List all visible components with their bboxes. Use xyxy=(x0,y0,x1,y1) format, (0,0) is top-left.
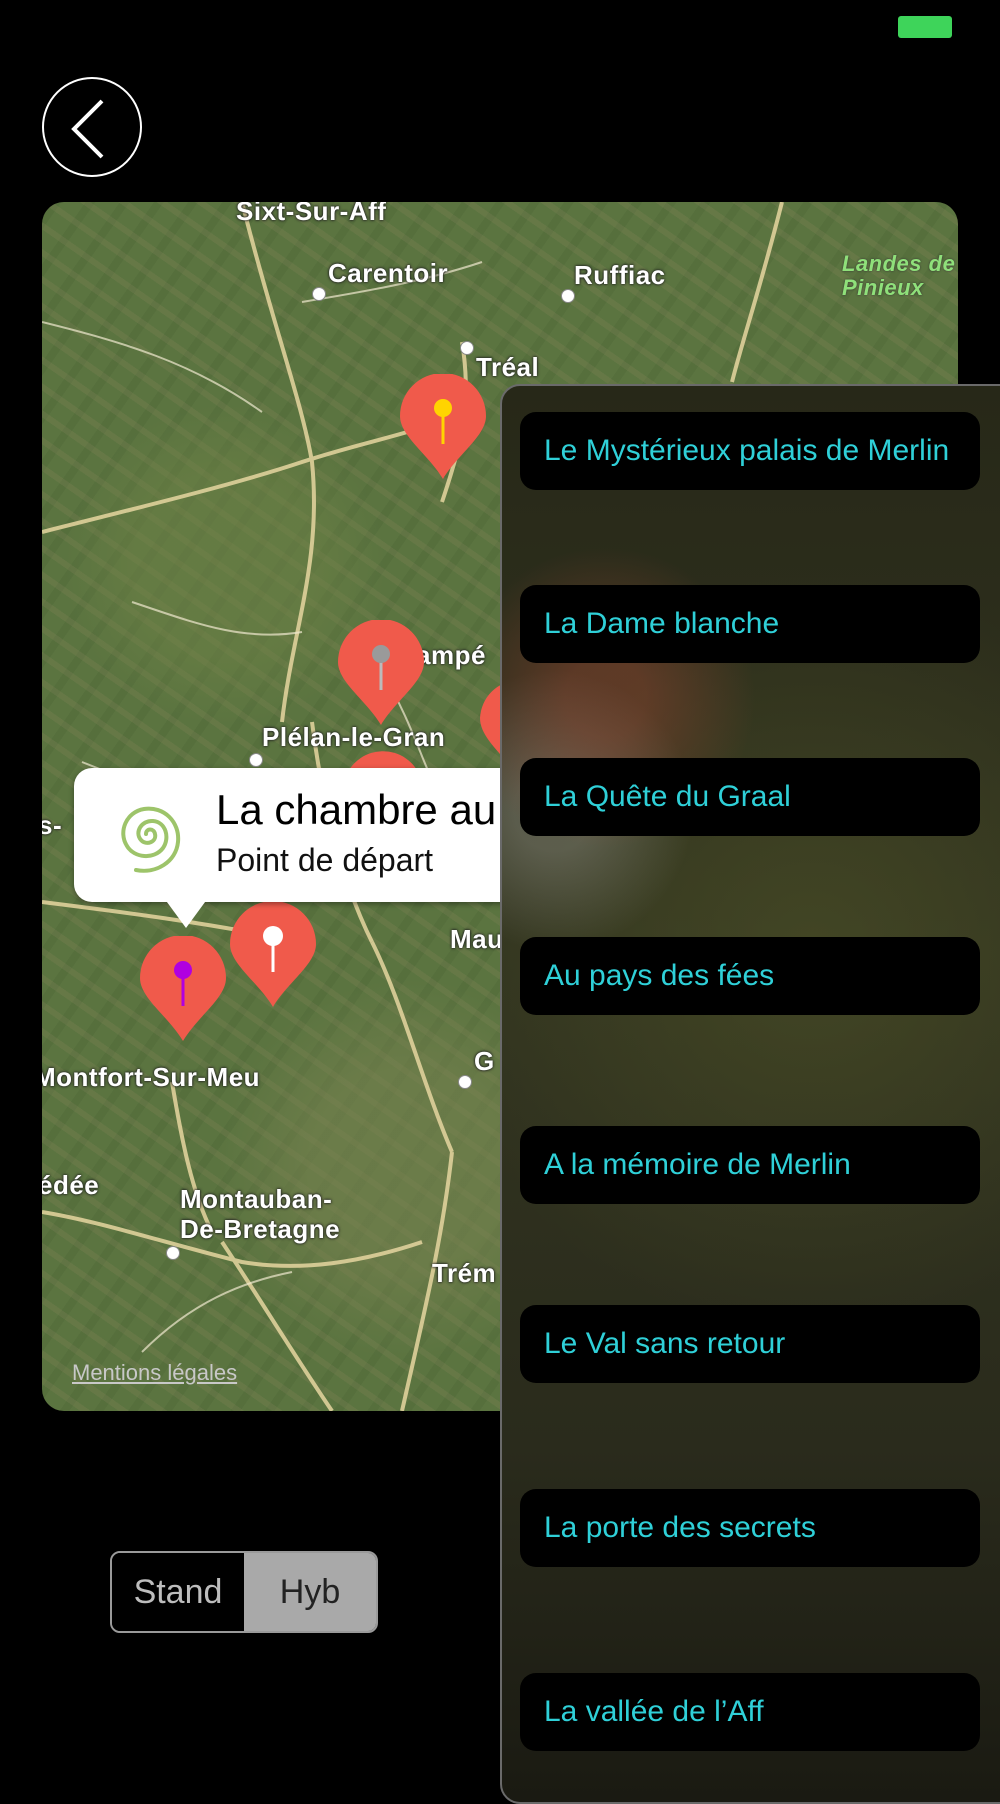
story-item[interactable]: Le Mystérieux palais de Merlin xyxy=(520,412,980,490)
segment-standard[interactable]: Stand xyxy=(112,1553,244,1631)
place-label: ampé xyxy=(416,640,486,670)
place-label: Montfort-Sur-Meu xyxy=(42,1062,261,1092)
town-dot xyxy=(249,753,263,767)
place-label: Ruffiac xyxy=(574,260,666,290)
callout-title: La chambre au xyxy=(216,786,497,833)
story-item[interactable]: La vallée de l’Aff xyxy=(520,1673,980,1751)
map-callout[interactable]: La chambre au Point de départ xyxy=(74,768,554,928)
map-pin-icon xyxy=(400,374,486,479)
chevron-left-icon xyxy=(71,99,104,159)
story-item-label: La vallée de l’Aff xyxy=(544,1695,764,1728)
story-item[interactable]: Au pays des fées xyxy=(520,937,980,1015)
map-type-segmented-control[interactable]: Stand Hyb xyxy=(110,1551,378,1633)
place-label: Mau xyxy=(450,924,504,954)
place-label: Sixt-Sur-Aff xyxy=(236,202,387,226)
place-label: s- xyxy=(42,810,63,840)
town-dot xyxy=(460,341,474,355)
story-item[interactable]: La porte des secrets xyxy=(520,1489,980,1567)
map-pin-icon xyxy=(338,620,424,725)
place-label: édée xyxy=(42,1170,100,1200)
legal-mentions-link[interactable]: Mentions légales xyxy=(72,1360,237,1386)
map-pin-gray[interactable] xyxy=(336,620,426,730)
map-pin-icon xyxy=(140,936,226,1041)
story-item-label: La Dame blanche xyxy=(544,607,780,640)
story-item-label: Au pays des fées xyxy=(544,959,775,992)
story-item[interactable]: La Dame blanche xyxy=(520,585,980,663)
spiral-icon xyxy=(98,788,188,878)
segment-hybrid[interactable]: Hyb xyxy=(244,1553,376,1631)
story-item-label: Le Val sans retour xyxy=(544,1327,786,1360)
place-label: Carentoir xyxy=(328,258,449,288)
town-dot xyxy=(458,1075,472,1089)
story-item-label: Le Mystérieux palais de Merlin xyxy=(544,434,950,467)
callout-subtitle: Point de départ xyxy=(216,842,434,878)
town-dot xyxy=(312,287,326,301)
place-label: Trém xyxy=(432,1258,497,1288)
place-label: G xyxy=(474,1046,495,1076)
story-item-label: La Quête du Graal xyxy=(544,780,791,813)
callout-tail xyxy=(164,898,208,928)
map-pin-purple[interactable] xyxy=(138,936,228,1046)
story-item[interactable]: La Quête du Graal xyxy=(520,758,980,836)
town-dot xyxy=(561,289,575,303)
map-pin-yellow[interactable] xyxy=(398,374,488,484)
back-button[interactable] xyxy=(42,77,142,177)
story-item-label: A la mémoire de Merlin xyxy=(544,1148,851,1181)
map-pin-white[interactable] xyxy=(228,902,318,1012)
place-label: Landes de Pinieux xyxy=(842,251,956,300)
town-dot xyxy=(166,1246,180,1260)
battery-icon xyxy=(898,16,952,38)
story-item[interactable]: Le Val sans retour xyxy=(520,1305,980,1383)
story-item[interactable]: A la mémoire de Merlin xyxy=(520,1126,980,1204)
map-pin-icon xyxy=(230,902,316,1007)
story-item-label: La porte des secrets xyxy=(544,1511,816,1544)
place-label: Montauban- De-Bretagne xyxy=(180,1184,341,1244)
